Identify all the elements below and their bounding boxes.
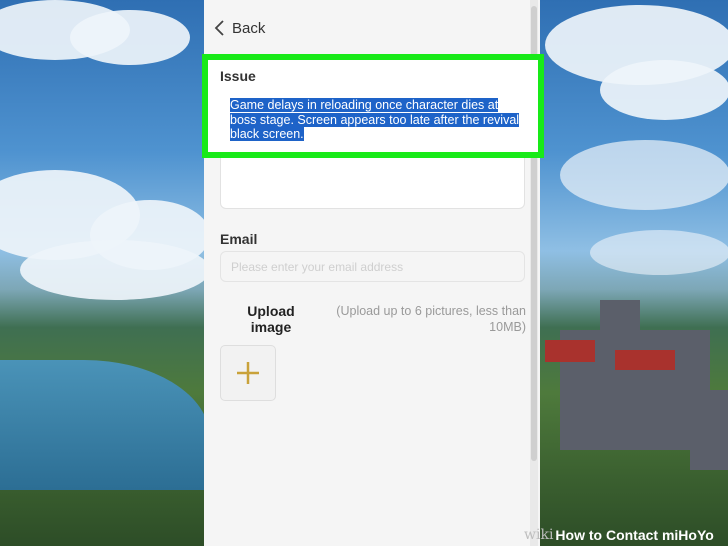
back-label: Back	[232, 19, 266, 37]
chevron-left-icon	[214, 20, 224, 36]
upload-hint: (Upload up to 6 pictures, less than 10MB…	[336, 304, 526, 334]
email-field[interactable]	[220, 251, 525, 282]
wikihow-watermark: wiki How to Contact miHoYo	[520, 524, 714, 546]
upload-label: Upload image	[247, 303, 295, 335]
back-button[interactable]: Back	[214, 16, 265, 40]
issue-text[interactable]: Game delays in reloading once character …	[230, 98, 520, 142]
add-image-button[interactable]	[220, 345, 276, 401]
email-label: Email	[220, 231, 258, 247]
watermark-title: How to Contact miHoYo	[555, 527, 714, 543]
issue-label: Issue	[220, 68, 256, 84]
issue-selected-text: Game delays in reloading once character …	[230, 98, 520, 141]
watermark-wiki: wiki	[524, 527, 554, 543]
plus-icon	[237, 362, 259, 384]
email-input[interactable]	[221, 252, 524, 281]
